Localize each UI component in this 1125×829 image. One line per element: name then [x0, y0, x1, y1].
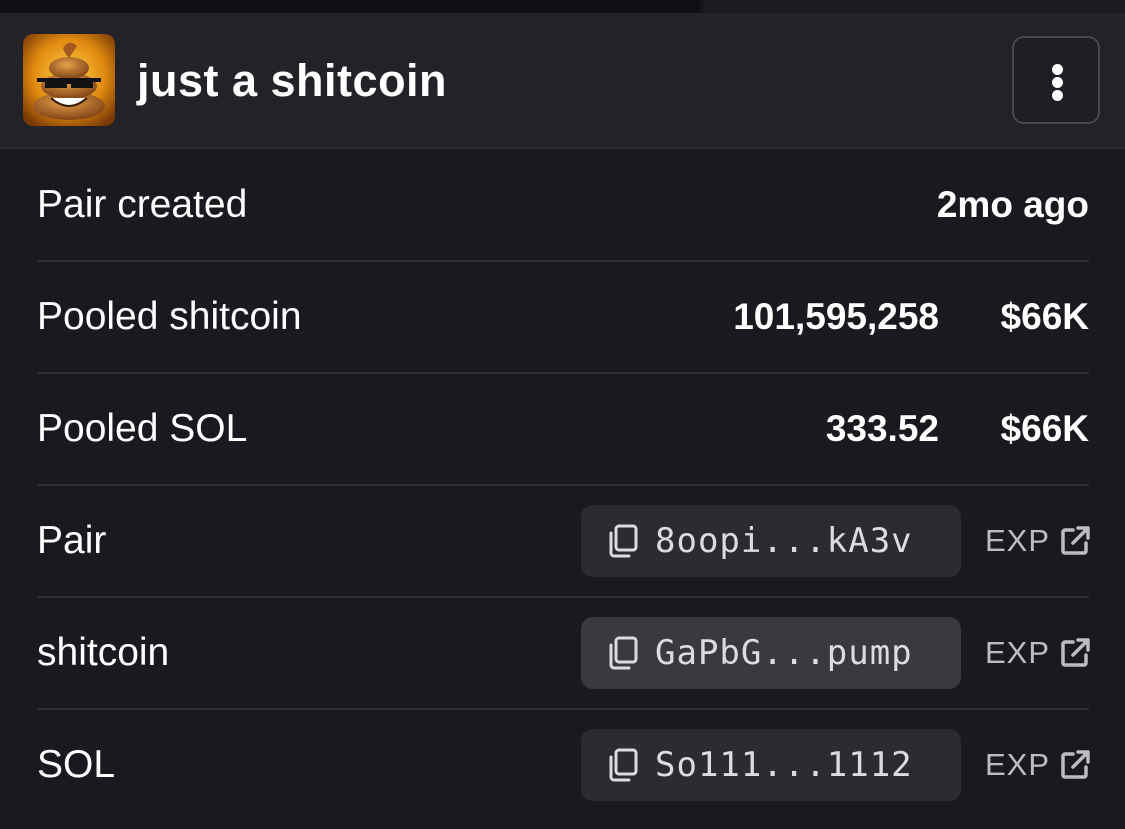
- copy-icon: [609, 636, 638, 670]
- pair-info-list: Pair created 2mo ago Pooled shitcoin 101…: [37, 150, 1090, 820]
- pooled-sol-amount: 333.52: [825, 408, 939, 449]
- pooled-sol-usd: $66K: [1000, 408, 1089, 449]
- external-link-icon: [1061, 750, 1090, 779]
- pair-address-text: 8oopi...kA3v: [655, 521, 913, 561]
- row-pooled-token: Pooled shitcoin 101,595,258 $66K: [37, 262, 1089, 374]
- token-header: just a shitcoin: [0, 13, 1125, 149]
- copy-icon: [609, 748, 638, 782]
- more-options-button[interactable]: [1012, 36, 1100, 124]
- row-label: shitcoin: [37, 631, 170, 674]
- pair-address-copy-button[interactable]: 8oopi...kA3v: [581, 505, 961, 577]
- external-link-icon: [1061, 638, 1090, 667]
- pooled-token-amount: 101,595,258: [733, 296, 939, 337]
- row-label: SOL: [37, 743, 116, 786]
- top-strip: [0, 0, 1125, 13]
- explorer-label: EXP: [985, 635, 1051, 670]
- pair-created-value: 2mo ago: [936, 184, 1089, 225]
- token-explorer-link[interactable]: EXP: [985, 633, 1090, 673]
- kebab-dot: [1052, 77, 1063, 88]
- explorer-label: EXP: [985, 747, 1051, 782]
- token-avatar: [23, 34, 115, 126]
- sol-explorer-link[interactable]: EXP: [985, 745, 1090, 785]
- token-address-text: GaPbG...pump: [655, 633, 913, 673]
- pair-explorer-link[interactable]: EXP: [985, 521, 1090, 561]
- kebab-menu-icon: [1052, 64, 1063, 75]
- top-strip-right: [704, 0, 1125, 13]
- copy-icon: [609, 524, 638, 558]
- token-address-copy-button[interactable]: GaPbG...pump: [581, 617, 961, 689]
- pooled-token-usd: $66K: [1000, 296, 1089, 337]
- sol-address-text: So111...1112: [655, 745, 913, 785]
- row-label: Pooled SOL: [37, 407, 248, 450]
- row-pair-created: Pair created 2mo ago: [37, 150, 1089, 262]
- top-strip-left: [0, 0, 700, 13]
- row-pooled-sol: Pooled SOL 333.52 $66K: [37, 374, 1089, 486]
- row-label: Pair created: [37, 183, 248, 226]
- row-pair-address: Pair 8oopi...kA3v EXP: [37, 486, 1090, 598]
- row-sol-address: SOL So111...1112 EXP: [37, 710, 1090, 820]
- row-label: Pooled shitcoin: [37, 295, 302, 338]
- external-link-icon: [1061, 526, 1090, 555]
- token-title: just a shitcoin: [137, 55, 448, 106]
- kebab-dot: [1052, 90, 1063, 101]
- sol-address-copy-button[interactable]: So111...1112: [581, 729, 961, 801]
- poop-sunglasses-icon: [23, 34, 115, 126]
- row-label: Pair: [37, 519, 107, 562]
- explorer-label: EXP: [985, 523, 1051, 558]
- row-token-address: shitcoin GaPbG...pump EXP: [37, 598, 1090, 710]
